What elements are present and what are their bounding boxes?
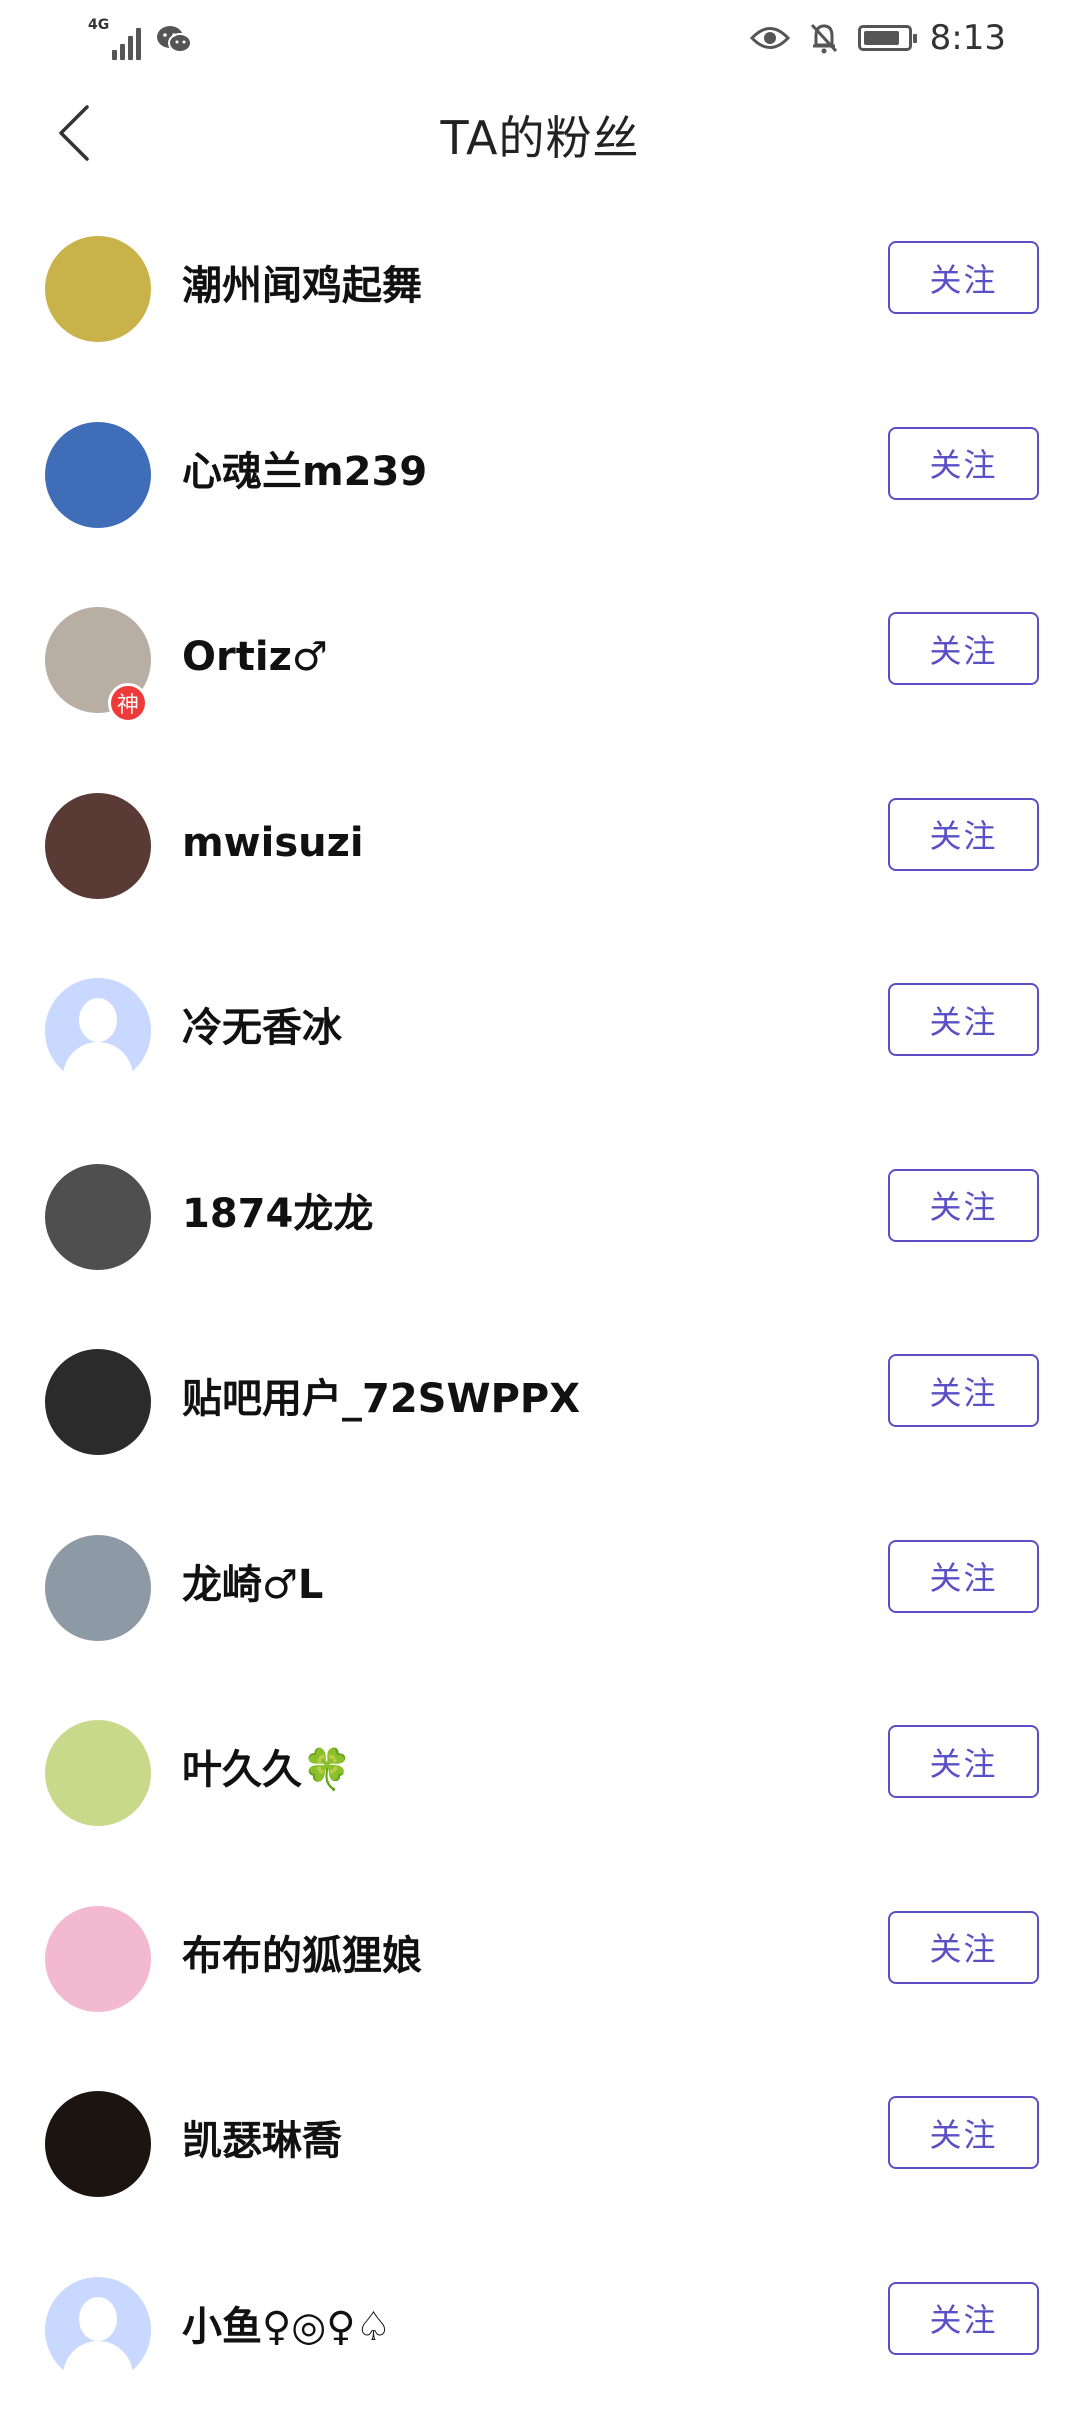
list-item[interactable]: 凯瑟琳喬 关注 xyxy=(0,2051,1080,2237)
follow-button[interactable]: 关注 xyxy=(888,1540,1039,1613)
follow-button[interactable]: 关注 xyxy=(888,2096,1039,2169)
fan-name[interactable]: 冷无香冰 xyxy=(182,998,342,1058)
follow-button[interactable]: 关注 xyxy=(888,1354,1039,1427)
avatar[interactable] xyxy=(45,1720,151,1826)
fan-name[interactable]: 凯瑟琳喬 xyxy=(182,2111,342,2171)
network-type: 4G xyxy=(88,18,109,32)
fan-name[interactable]: 布布的狐狸娘 xyxy=(182,1926,422,1986)
header: TA的粉丝 xyxy=(0,80,1080,190)
follow-button[interactable]: 关注 xyxy=(888,427,1039,500)
clock: 8:13 xyxy=(930,18,1006,58)
follow-button[interactable]: 关注 xyxy=(888,1725,1039,1798)
follow-button[interactable]: 关注 xyxy=(888,612,1039,685)
follow-button[interactable]: 关注 xyxy=(888,1169,1039,1242)
page-title: TA的粉丝 xyxy=(0,102,1080,168)
follow-button[interactable]: 关注 xyxy=(888,798,1039,871)
avatar[interactable] xyxy=(45,1906,151,2012)
avatar[interactable] xyxy=(45,236,151,342)
avatar[interactable] xyxy=(45,978,151,1084)
signal-icon: 4G xyxy=(88,20,144,60)
fan-name[interactable]: mwisuzi xyxy=(182,813,364,873)
fan-name[interactable]: 龙崎♂L xyxy=(182,1555,323,1615)
avatar[interactable] xyxy=(45,2091,151,2197)
eye-icon xyxy=(750,23,790,53)
fan-name[interactable]: 贴吧用户_72SWPPX xyxy=(182,1369,580,1429)
follow-button[interactable]: 关注 xyxy=(888,983,1039,1056)
follow-button[interactable]: 关注 xyxy=(888,2282,1039,2355)
wechat-icon xyxy=(156,24,192,56)
list-item[interactable]: 冷无香冰 关注 xyxy=(0,938,1080,1124)
list-item[interactable]: 心魂兰m239 关注 xyxy=(0,382,1080,568)
avatar[interactable] xyxy=(45,1349,151,1455)
battery-icon xyxy=(858,25,912,51)
avatar[interactable] xyxy=(45,422,151,528)
list-item[interactable]: 布布的狐狸娘 关注 xyxy=(0,1866,1080,2052)
list-item[interactable]: 潮州闻鸡起舞 关注 xyxy=(0,196,1080,382)
fan-name[interactable]: 叶久久🍀 xyxy=(182,1740,352,1800)
fan-name[interactable]: Ortiz♂ xyxy=(182,627,328,687)
avatar[interactable] xyxy=(45,2277,151,2383)
list-item[interactable]: 小鱼♀◎♀♤ 关注 xyxy=(0,2237,1080,2422)
god-badge: 神 xyxy=(108,683,148,723)
fan-list: 潮州闻鸡起舞关注心魂兰m239关注神Ortiz♂关注mwisuzi关注冷无香冰关… xyxy=(0,196,1080,2422)
fan-name[interactable]: 小鱼♀◎♀♤ xyxy=(182,2297,391,2357)
list-item[interactable]: mwisuzi 关注 xyxy=(0,753,1080,939)
follow-button[interactable]: 关注 xyxy=(888,1911,1039,1984)
list-item[interactable]: 神 Ortiz♂ 关注 xyxy=(0,567,1080,753)
fan-name[interactable]: 潮州闻鸡起舞 xyxy=(182,256,422,316)
list-item[interactable]: 叶久久🍀 关注 xyxy=(0,1680,1080,1866)
avatar[interactable] xyxy=(45,793,151,899)
fan-name[interactable]: 心魂兰m239 xyxy=(182,442,427,502)
follow-button[interactable]: 关注 xyxy=(888,241,1039,314)
status-bar: 4G 8:13 xyxy=(0,0,1080,80)
list-item[interactable]: 贴吧用户_72SWPPX 关注 xyxy=(0,1309,1080,1495)
list-item[interactable]: 龙崎♂L 关注 xyxy=(0,1495,1080,1681)
bell-off-icon xyxy=(808,21,840,55)
avatar[interactable] xyxy=(45,1164,151,1270)
avatar[interactable] xyxy=(45,1535,151,1641)
status-right: 8:13 xyxy=(750,18,1006,58)
fan-name[interactable]: 1874龙龙 xyxy=(182,1184,373,1244)
status-left: 4G xyxy=(88,20,192,60)
list-item[interactable]: 1874龙龙 关注 xyxy=(0,1124,1080,1310)
